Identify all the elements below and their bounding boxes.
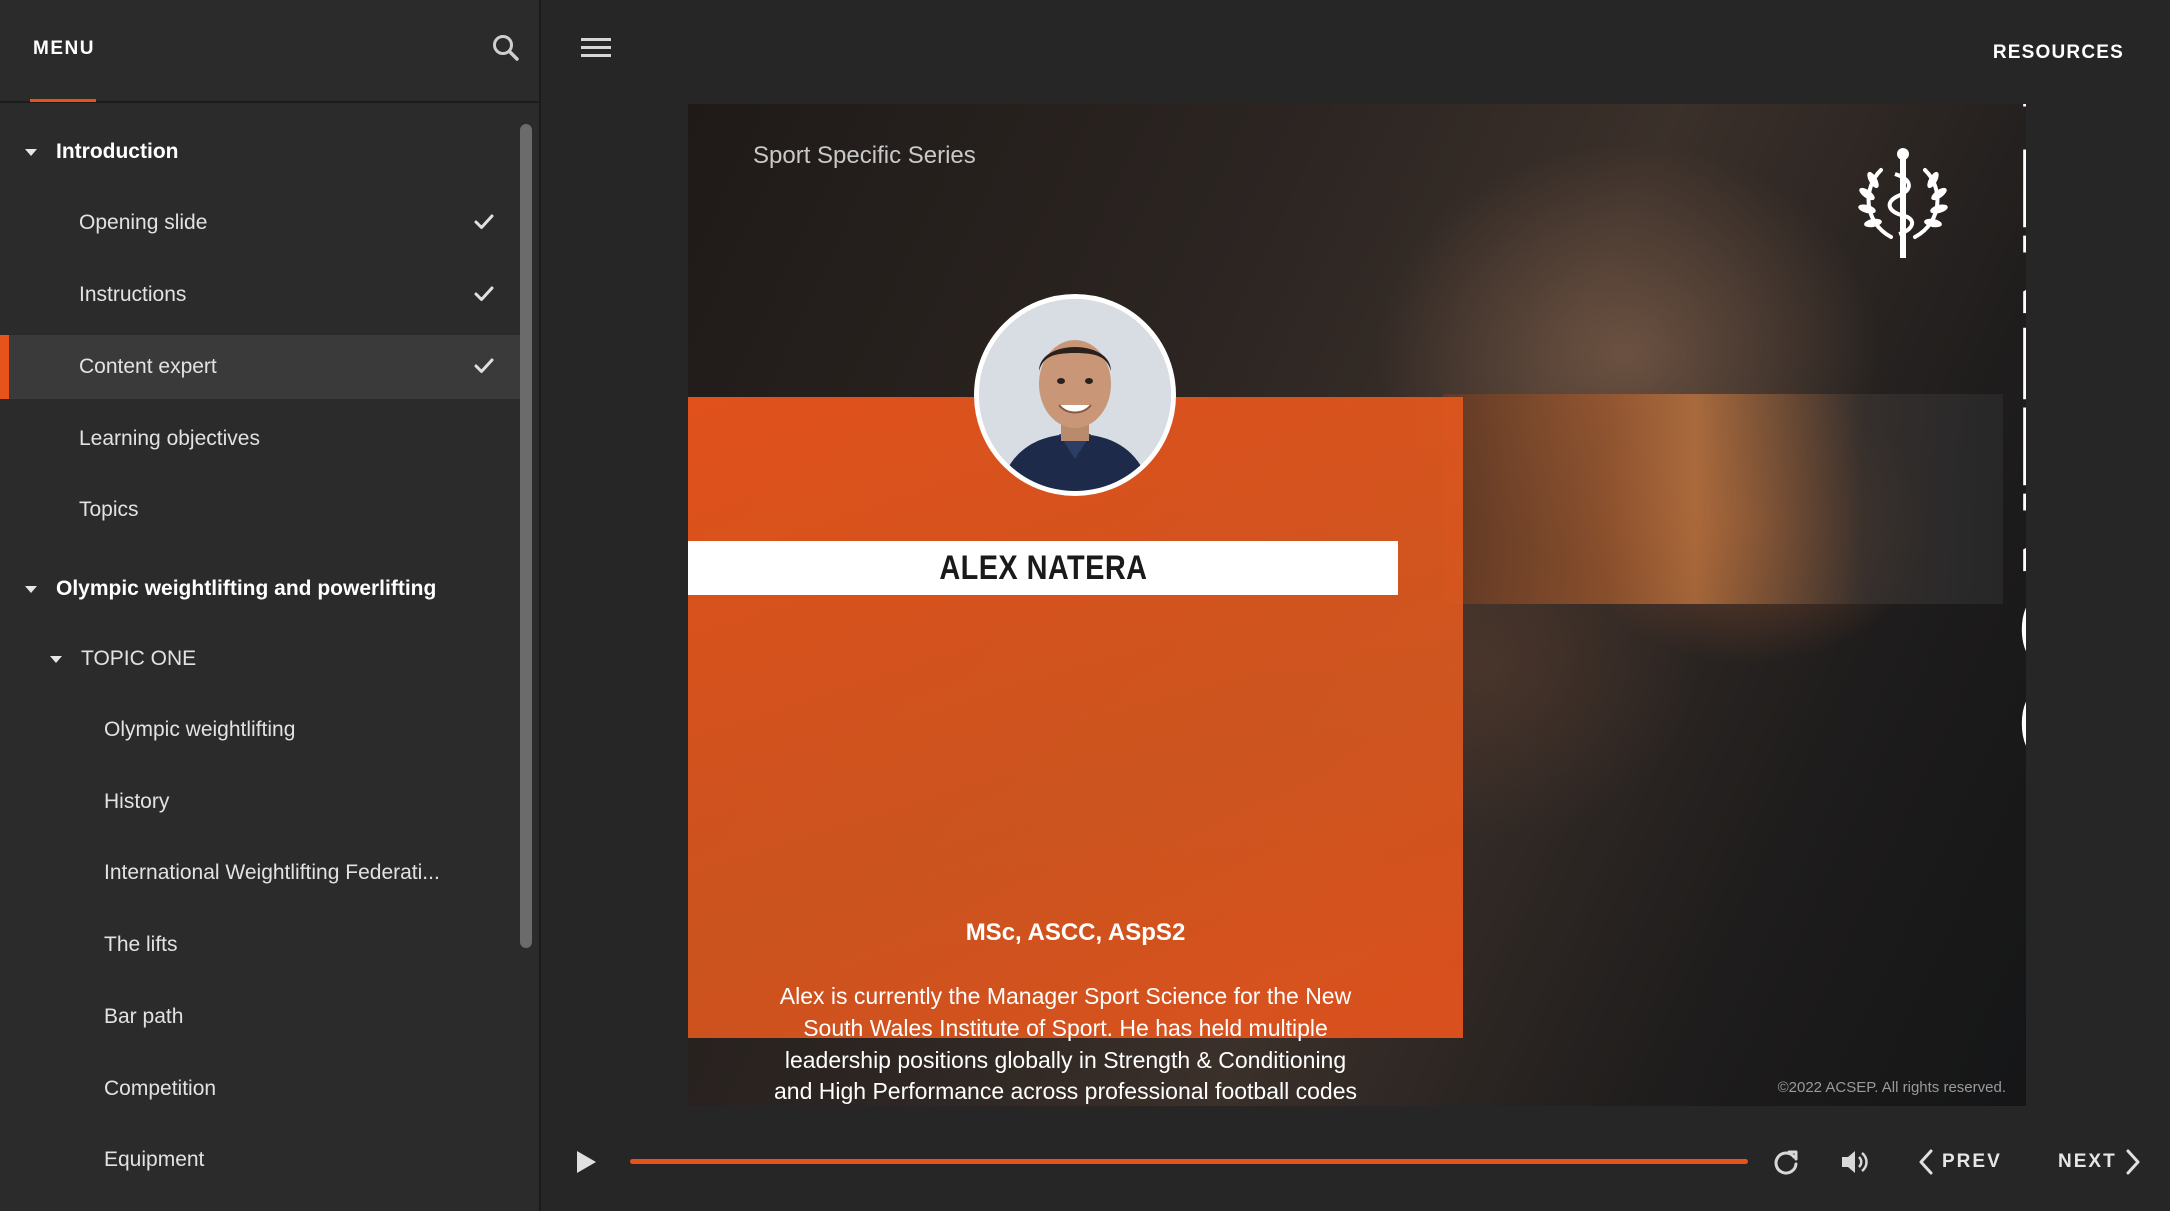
- caret-down-icon: [25, 585, 37, 593]
- background-wristband-photo: [1443, 394, 2003, 604]
- menu-item-label: Learning objectives: [79, 427, 260, 450]
- menu-item[interactable]: Bar path: [0, 985, 520, 1049]
- prev-label: PREV: [1942, 1151, 2002, 1172]
- menu-item-label: Introduction: [56, 140, 179, 163]
- menu-item[interactable]: Olympic weightlifting and powerlifting: [0, 557, 520, 621]
- menu-item-label: Bar path: [104, 1005, 184, 1028]
- seek-bar[interactable]: [630, 1159, 1748, 1164]
- slide-canvas: Sport Specific Series CONTENT EXPERT: [688, 104, 2026, 1106]
- caret-down-icon: [25, 148, 37, 156]
- next-label: NEXT: [2058, 1151, 2117, 1172]
- menu-item[interactable]: Competition: [0, 1057, 520, 1121]
- checkmark-icon: [474, 358, 494, 373]
- checkmark-icon: [474, 214, 494, 229]
- menu-title: MENU: [33, 38, 95, 59]
- expert-bio: Alex is currently the Manager Sport Scie…: [774, 983, 1357, 1105]
- menu-item-label: Opening slide: [79, 211, 208, 234]
- expert-name-bar: ALEX NATERA: [688, 541, 1398, 595]
- laurel-caduceus-logo-icon: [1843, 142, 1963, 262]
- menu-item[interactable]: Content expert: [0, 335, 520, 399]
- menu-item-label: Equipment: [104, 1148, 205, 1171]
- menu-item-label: Instructions: [79, 283, 187, 306]
- menu-item[interactable]: Introduction: [0, 120, 520, 184]
- hamburger-menu-icon[interactable]: [581, 38, 611, 60]
- copyright-notice: ©2022 ACSEP. All rights reserved.: [1777, 1079, 2006, 1096]
- menu-header: MENU: [0, 0, 541, 103]
- expert-avatar: [974, 294, 1176, 496]
- menu-item[interactable]: Opening slide: [0, 191, 520, 255]
- search-icon[interactable]: [490, 32, 522, 64]
- sidebar-menu: MENU Introduction Opening slide Instructio…: [0, 0, 541, 1211]
- prev-button[interactable]: PREV: [1918, 1148, 2002, 1176]
- menu-item[interactable]: International Weightlifting Federati...: [0, 841, 520, 905]
- caret-down-icon: [50, 655, 62, 663]
- menu-title-underline: [30, 99, 96, 102]
- menu-item[interactable]: History: [0, 770, 520, 834]
- volume-icon[interactable]: [1840, 1148, 1870, 1176]
- menu-item[interactable]: Olympic weightlifting: [0, 698, 520, 762]
- replay-icon[interactable]: [1772, 1148, 1800, 1176]
- chevron-right-icon: [2126, 1149, 2140, 1175]
- menu-item-label: Topics: [79, 498, 139, 521]
- checkmark-icon: [474, 286, 494, 301]
- menu-item-label: TOPIC ONE: [81, 647, 197, 670]
- menu-item-label: Olympic weightlifting: [104, 718, 296, 741]
- menu-item-label: History: [104, 790, 170, 813]
- chevron-left-icon: [1919, 1149, 1933, 1175]
- menu-item[interactable]: Instructions: [0, 263, 520, 327]
- menu-item-label: Olympic weightlifting and powerlifting: [56, 577, 437, 600]
- content-expert-vertical-title: CONTENT EXPERT: [1995, 104, 2026, 774]
- next-button[interactable]: NEXT: [2058, 1148, 2141, 1176]
- menu-item[interactable]: Equipment: [0, 1128, 520, 1192]
- menu-item[interactable]: Topics: [0, 478, 520, 542]
- expert-credentials: MSc, ASCC, ASpS2: [965, 919, 1186, 946]
- play-icon[interactable]: [575, 1150, 597, 1174]
- menu-item-label: International Weightlifting Federati...: [104, 861, 440, 884]
- menu-item[interactable]: Learning objectives: [0, 407, 520, 471]
- sidebar-scrollbar[interactable]: [520, 124, 532, 948]
- series-label: Sport Specific Series: [753, 142, 976, 169]
- resources-button[interactable]: RESOURCES: [1993, 42, 2124, 64]
- menu-item-label: Competition: [104, 1077, 217, 1100]
- menu-item-label: The lifts: [104, 933, 178, 956]
- menu-item[interactable]: The lifts: [0, 913, 520, 977]
- expert-name: ALEX NATERA: [938, 548, 1148, 587]
- menu-item[interactable]: TOPIC ONE: [0, 627, 520, 691]
- menu-item-label: Content expert: [79, 355, 217, 378]
